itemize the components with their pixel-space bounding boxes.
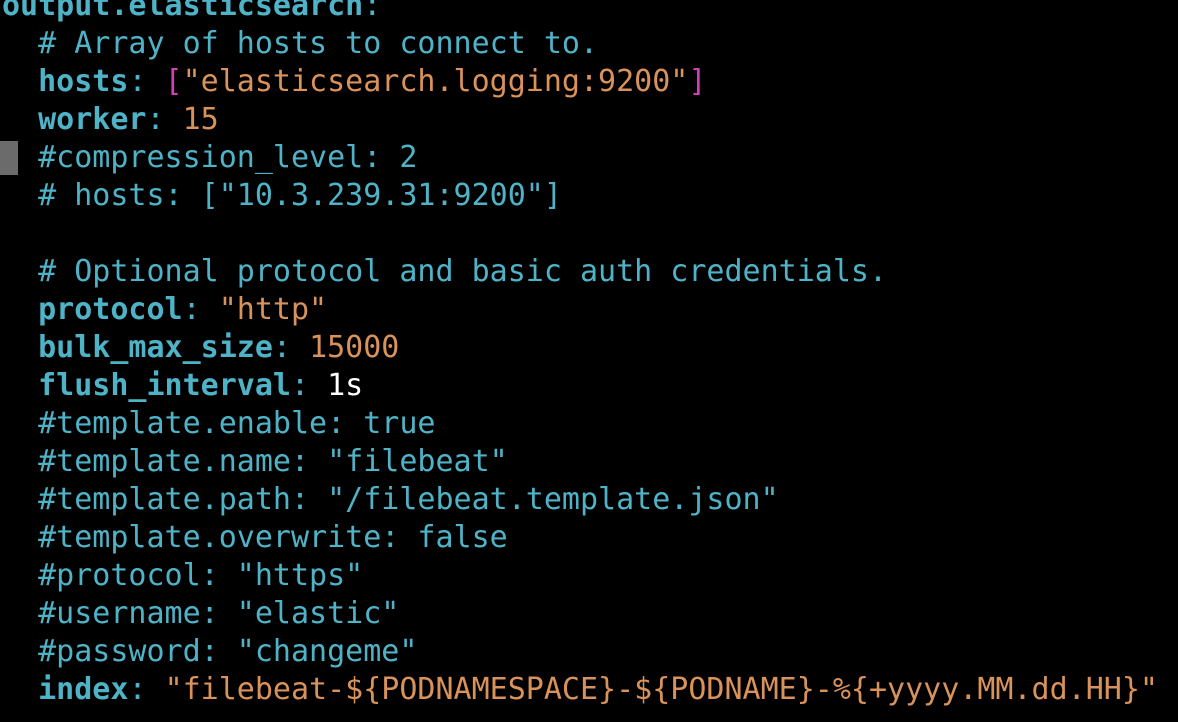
code-token-key: output.elasticsearch: [2, 0, 364, 23]
code-token-punct: :: [272, 330, 310, 365]
code-token-key: flush_interval: [38, 368, 291, 403]
code-token-punct: :: [363, 0, 382, 23]
code-token-number: 15: [182, 102, 219, 137]
code-token-bracket: ]: [688, 64, 707, 99]
code-token-number: 15000: [309, 330, 400, 365]
code-line[interactable]: #password: "changeme": [2, 633, 1178, 671]
cursor-marker: [0, 141, 18, 175]
code-line[interactable]: #compression_level: 2: [0, 139, 1178, 177]
code-token-comment: #template.enable: true: [2, 406, 436, 441]
code-token-comment: # hosts: ["10.3.239.31:9200"]: [2, 178, 562, 213]
code-token-comment: #password: "changeme": [2, 634, 418, 669]
code-line[interactable]: hosts: ["elasticsearch.logging:9200"]: [2, 63, 1178, 101]
code-lines: output.elasticsearch: # Array of hosts t…: [0, 0, 1178, 709]
code-token-comment: #protocol: "https": [2, 558, 364, 593]
code-token-comment: #username: "elastic": [2, 596, 400, 631]
code-token-comment: # Array of hosts to connect to.: [2, 26, 599, 61]
code-line[interactable]: worker: 15: [2, 101, 1178, 139]
code-token-key: bulk_max_size: [38, 330, 273, 365]
code-token-comment: #template.path: "/filebeat.template.json…: [2, 482, 779, 517]
code-token-string: "filebeat-${PODNAMESPACE}-${PODNAME}-%{+…: [164, 672, 1158, 707]
code-line[interactable]: #username: "elastic": [2, 595, 1178, 633]
code-token-key: index: [38, 672, 129, 707]
code-line[interactable]: #template.enable: true: [2, 405, 1178, 443]
code-token-punct: :: [291, 368, 328, 403]
code-token-punct: :: [182, 292, 219, 327]
code-line[interactable]: bulk_max_size: 15000: [2, 329, 1178, 367]
code-token-punct: :: [128, 64, 165, 99]
code-token-comment: #template.name: "filebeat": [2, 444, 508, 479]
code-token-punct: :: [146, 102, 183, 137]
code-line[interactable]: protocol: "http": [2, 291, 1178, 329]
code-line[interactable]: flush_interval: 1s: [2, 367, 1178, 405]
code-token-comment: #template.overwrite: false: [2, 520, 508, 555]
code-line[interactable]: #template.path: "/filebeat.template.json…: [2, 481, 1178, 519]
code-token-comment: #compression_level: 2: [2, 140, 418, 175]
code-token-key: hosts: [38, 64, 129, 99]
code-line[interactable]: #template.name: "filebeat": [2, 443, 1178, 481]
code-token-key: worker: [38, 102, 147, 137]
code-line[interactable]: [2, 215, 1178, 253]
code-line[interactable]: output.elasticsearch:: [2, 0, 1178, 25]
code-token-comment: # Optional protocol and basic auth crede…: [2, 254, 888, 289]
code-token-string: "http": [218, 292, 328, 327]
code-line[interactable]: index: "filebeat-${PODNAMESPACE}-${PODNA…: [2, 671, 1178, 709]
code-line[interactable]: #protocol: "https": [2, 557, 1178, 595]
code-token-bracket: [: [164, 64, 183, 99]
code-line[interactable]: # Optional protocol and basic auth crede…: [2, 253, 1178, 291]
code-editor[interactable]: output.elasticsearch: # Array of hosts t…: [0, 0, 1178, 709]
code-token-plain: 1s: [327, 368, 364, 403]
code-token-string: "elasticsearch.logging:9200": [182, 64, 689, 99]
code-line[interactable]: # Array of hosts to connect to.: [2, 25, 1178, 63]
code-token-key: protocol: [38, 292, 183, 327]
code-line[interactable]: # hosts: ["10.3.239.31:9200"]: [2, 177, 1178, 215]
code-token-punct: :: [128, 672, 165, 707]
code-line[interactable]: #template.overwrite: false: [2, 519, 1178, 557]
